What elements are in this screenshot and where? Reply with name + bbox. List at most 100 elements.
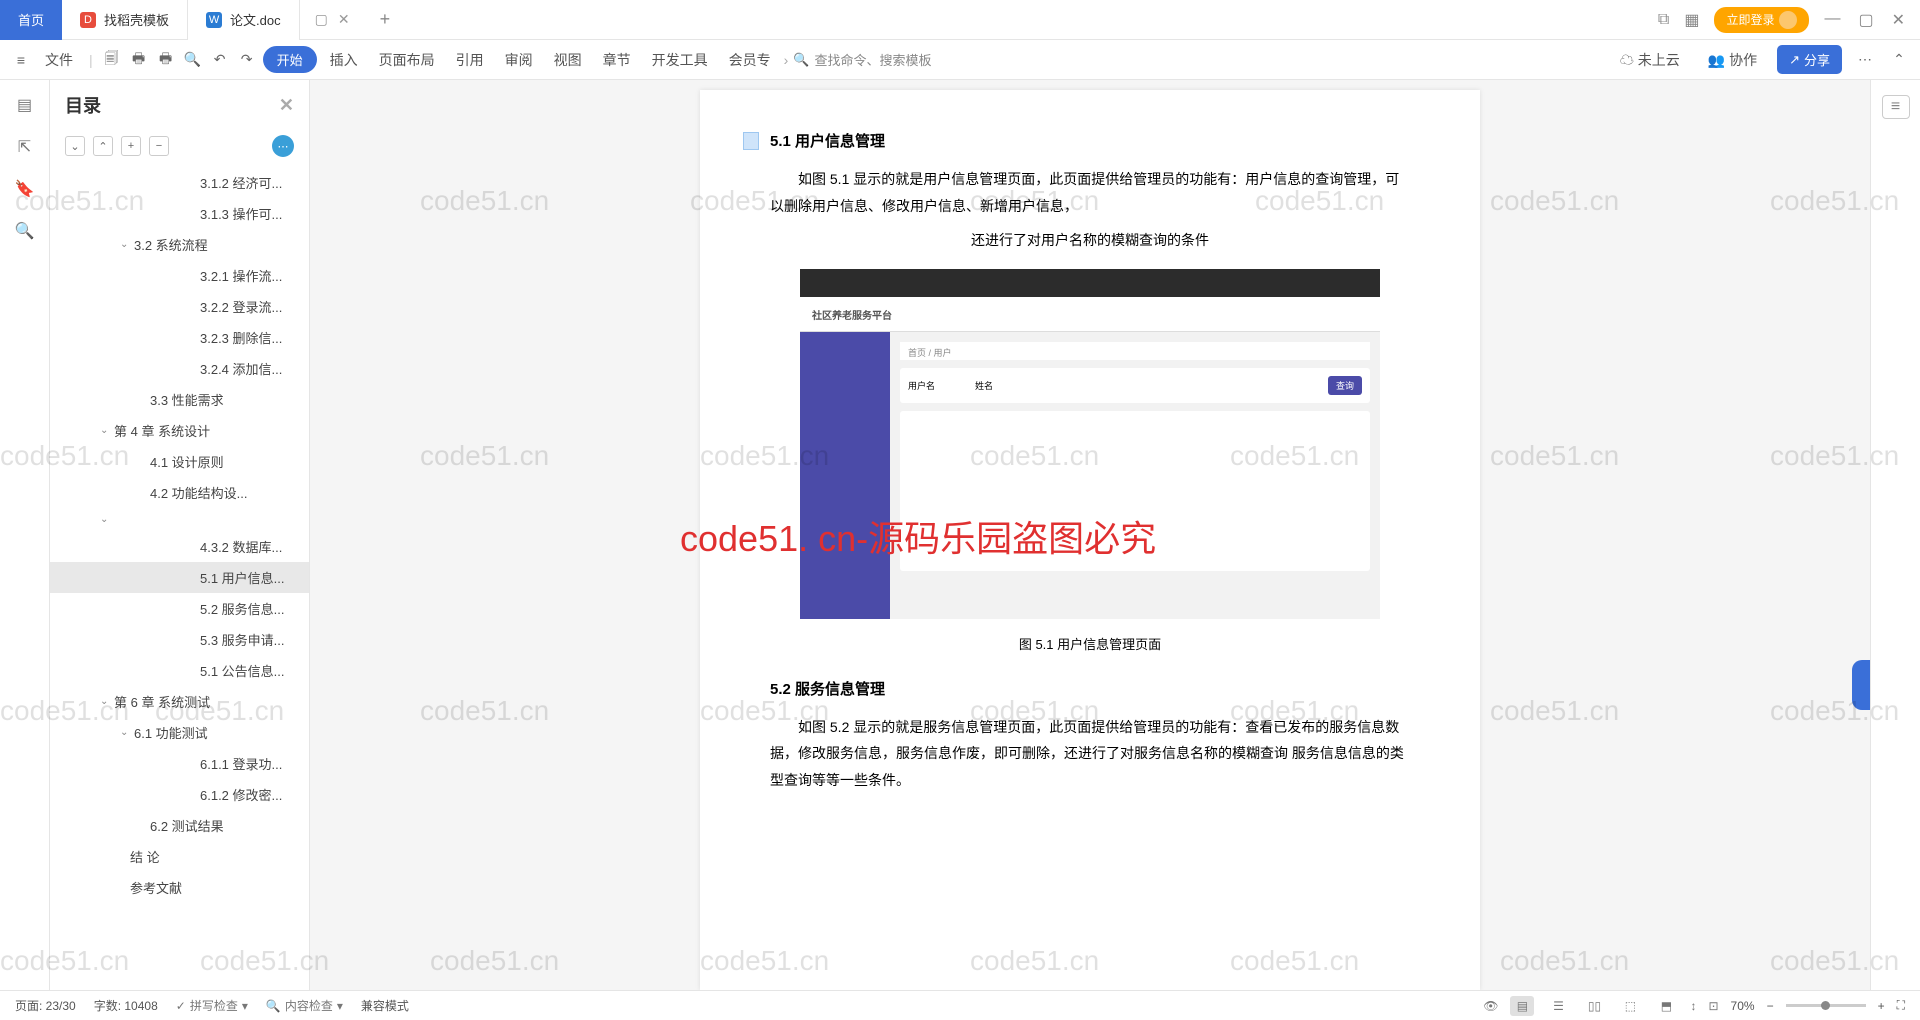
tab-refs[interactable]: 引用 xyxy=(448,46,492,74)
cloud-status[interactable]: ☁ 未上云 xyxy=(1612,46,1688,74)
minimize-icon[interactable]: — xyxy=(1824,10,1840,30)
tab-home[interactable]: 首页 xyxy=(0,0,62,40)
outline-item[interactable]: 4.1 设计原则 xyxy=(50,446,309,477)
share-button[interactable]: ↗ 分享 xyxy=(1777,45,1842,74)
view-web-icon[interactable]: ⬚ xyxy=(1618,996,1642,1016)
zoom-out-icon[interactable]: − xyxy=(1767,999,1774,1013)
outline-item[interactable]: 3.1.2 经济可... xyxy=(50,167,309,198)
search-rail-icon[interactable]: 🔍 xyxy=(15,221,35,241)
layout-icon[interactable]: ⧉ xyxy=(1658,11,1669,29)
document-page[interactable]: 5.1 用户信息管理 如图 5.1 显示的就是用户信息管理页面，此页面提供给管理… xyxy=(700,90,1480,990)
export-icon[interactable]: ⇱ xyxy=(15,137,35,157)
word-count[interactable]: 字数: 10408 xyxy=(94,997,158,1014)
tab-member[interactable]: 会员专 xyxy=(721,46,779,74)
expand-all-icon[interactable]: ⌃ xyxy=(93,136,113,156)
view-page-icon[interactable]: ▤ xyxy=(1510,996,1534,1016)
compat-mode: 兼容模式 xyxy=(361,997,409,1014)
close-window-icon[interactable]: ✕ xyxy=(1892,10,1905,30)
collab-button[interactable]: 👥 协作 xyxy=(1700,46,1765,74)
outline-item[interactable]: ⌄第 4 章 系统设计 xyxy=(50,415,309,446)
outline-item[interactable]: ⌄3.2 系统流程 xyxy=(50,229,309,260)
outline-item[interactable]: 5.1 公告信息... xyxy=(50,655,309,686)
undo-icon[interactable]: ↶ xyxy=(209,49,231,71)
outline-item[interactable]: 5.2 服务信息... xyxy=(50,593,309,624)
fig-app-title: 社区养老服务平台 xyxy=(800,297,1380,332)
figure-5-1: 社区养老服务平台 首页 / 用户 用户名姓名查询 xyxy=(800,269,1380,619)
outline-item[interactable]: 5.3 服务申请... xyxy=(50,624,309,655)
zoom-settings-icon[interactable]: ⊡ xyxy=(1708,999,1718,1013)
outline-item[interactable]: 3.3 性能需求 xyxy=(50,384,309,415)
outline-item[interactable]: 6.1.1 登录功... xyxy=(50,748,309,779)
view-outline-icon[interactable]: ☰ xyxy=(1546,996,1570,1016)
toolbar: ≡ 文件 | 🗐 🖶 🖶 🔍 ↶ ↷ 开始 插入 页面布局 引用 审阅 视图 章… xyxy=(0,40,1920,80)
outline-item[interactable]: 6.1.2 修改密... xyxy=(50,779,309,810)
heading-5-2: 5.2 服务信息管理 xyxy=(770,678,1410,699)
read-mode-icon[interactable]: 👁 xyxy=(1483,999,1498,1013)
spellcheck-button[interactable]: ✓ 拼写检查 ▾ xyxy=(176,997,248,1014)
tab-dev[interactable]: 开发工具 xyxy=(644,46,716,74)
view-tools-icon[interactable]: ⬒ xyxy=(1654,996,1678,1016)
remove-icon[interactable]: − xyxy=(149,136,169,156)
outline-bubble-icon[interactable]: ⋯ xyxy=(272,135,294,157)
tab-templates[interactable]: D找稻壳模板 xyxy=(62,0,188,40)
outline-icon[interactable]: ▤ xyxy=(15,95,35,115)
zoom-level[interactable]: 70% xyxy=(1731,999,1755,1013)
view-book-icon[interactable]: ▯▯ xyxy=(1582,996,1606,1016)
tab-review[interactable]: 审阅 xyxy=(497,46,541,74)
maximize-icon[interactable]: ▢ xyxy=(1858,10,1873,30)
zoom-slider[interactable] xyxy=(1786,1004,1866,1007)
outline-close-icon[interactable]: ✕ xyxy=(279,95,294,116)
bookmark-icon[interactable]: 🔖 xyxy=(15,179,35,199)
outline-panel: 目录✕ ⌄ ⌃ + − ⋯ 3.1.2 经济可...3.1.3 操作可...⌄3… xyxy=(50,80,310,990)
fullscreen-icon[interactable]: ⛶ xyxy=(1897,998,1905,1013)
tab-document[interactable]: W论文.doc xyxy=(188,0,300,40)
outline-item[interactable]: 3.2.3 删除信... xyxy=(50,322,309,353)
save-icon[interactable]: 🗐 xyxy=(101,49,123,71)
right-panel-toggle-icon[interactable]: ≡ xyxy=(1882,95,1910,119)
outline-item[interactable]: 5.1 用户信息... xyxy=(50,562,309,593)
page-marker-icon xyxy=(743,132,759,150)
login-button[interactable]: 立即登录 xyxy=(1714,7,1809,33)
zoom-fit-icon[interactable]: ↕ xyxy=(1690,999,1696,1013)
outline-item[interactable]: 4.2 功能结构设... xyxy=(50,477,309,508)
outline-item[interactable]: ⌄第 6 章 系统测试 xyxy=(50,686,309,717)
outline-item[interactable]: 4.3.2 数据库... xyxy=(50,531,309,562)
zoom-in-icon[interactable]: + xyxy=(1878,999,1885,1013)
outline-item[interactable]: 3.1.3 操作可... xyxy=(50,198,309,229)
para-5-2: 如图 5.2 显示的就是服务信息管理页面，此页面提供给管理员的功能有：查看已发布… xyxy=(770,714,1410,794)
right-rail: ≡ xyxy=(1870,80,1920,990)
outline-item[interactable]: 3.2.4 添加信... xyxy=(50,353,309,384)
tab-close-icon[interactable]: ✕ xyxy=(338,11,350,28)
command-search[interactable]: 🔍查找命令、搜索模板 xyxy=(793,50,931,69)
outline-item[interactable]: 结 论 xyxy=(50,841,309,872)
redo-icon[interactable]: ↷ xyxy=(236,49,258,71)
preview-icon[interactable]: 🔍 xyxy=(182,49,204,71)
outline-item[interactable]: 参考文献 xyxy=(50,872,309,903)
collapse-all-icon[interactable]: ⌄ xyxy=(65,136,85,156)
tab-insert[interactable]: 插入 xyxy=(322,46,366,74)
tab-start[interactable]: 开始 xyxy=(263,46,317,73)
print-preview-icon[interactable]: 🖶 xyxy=(155,49,177,71)
file-menu[interactable]: 文件 xyxy=(37,46,81,74)
avatar-icon xyxy=(1779,11,1797,29)
templates-icon: D xyxy=(80,12,96,28)
expand-icon[interactable]: ⌃ xyxy=(1888,49,1910,71)
outline-item[interactable]: 6.2 测试结果 xyxy=(50,810,309,841)
content-check-button[interactable]: 🔍 内容检查 ▾ xyxy=(266,997,343,1014)
new-tab-button[interactable]: + xyxy=(365,9,406,30)
outline-item[interactable]: 3.2.1 操作流... xyxy=(50,260,309,291)
right-tab-handle[interactable] xyxy=(1852,660,1870,710)
tab-chapter[interactable]: 章节 xyxy=(595,46,639,74)
tab-view[interactable]: 视图 xyxy=(546,46,590,74)
outline-item[interactable]: 3.2.2 登录流... xyxy=(50,291,309,322)
print-icon[interactable]: 🖶 xyxy=(128,49,150,71)
page-indicator[interactable]: 页面: 23/30 xyxy=(15,997,76,1014)
menu-icon[interactable]: ≡ xyxy=(10,49,32,71)
tab-layout[interactable]: 页面布局 xyxy=(371,46,443,74)
tab-window-icon[interactable]: ▢ xyxy=(315,11,328,28)
apps-icon[interactable]: ▦ xyxy=(1684,10,1699,30)
outline-item[interactable]: ⌄6.1 功能测试 xyxy=(50,717,309,748)
add-icon[interactable]: + xyxy=(121,136,141,156)
more-icon[interactable]: ⋯ xyxy=(1854,49,1876,71)
outline-item[interactable]: ⌄ xyxy=(50,508,309,531)
